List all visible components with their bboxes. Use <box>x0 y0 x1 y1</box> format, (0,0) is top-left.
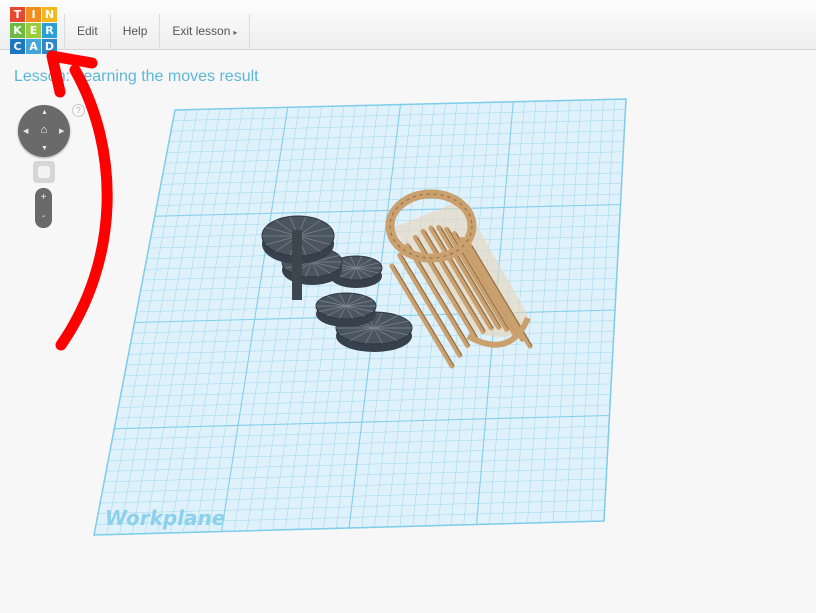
logo-tile: N <box>42 7 57 22</box>
top-menu-bar: TINKERCAD Edit Help Exit lesson ▸ <box>0 0 816 54</box>
main-menu: Edit Help Exit lesson ▸ <box>64 14 251 48</box>
workplane-label: Workplane <box>105 506 225 530</box>
logo-tile: R <box>42 23 57 38</box>
logo-tile: K <box>10 23 25 38</box>
menu-exit-lesson-label: Exit lesson <box>172 24 231 38</box>
logo-tile: T <box>10 7 25 22</box>
menu-edit-label: Edit <box>77 24 98 38</box>
logo-tile: E <box>26 23 41 38</box>
logo-tile: I <box>26 7 41 22</box>
menu-help[interactable]: Help <box>109 14 160 48</box>
menu-exit-lesson[interactable]: Exit lesson ▸ <box>159 14 251 48</box>
menu-help-label: Help <box>122 24 148 38</box>
annotation-arrow <box>46 50 113 351</box>
workspace-canvas[interactable]: Workplane <box>0 50 816 613</box>
caret-right-icon: ▸ <box>233 28 238 37</box>
menu-edit[interactable]: Edit <box>64 14 110 48</box>
